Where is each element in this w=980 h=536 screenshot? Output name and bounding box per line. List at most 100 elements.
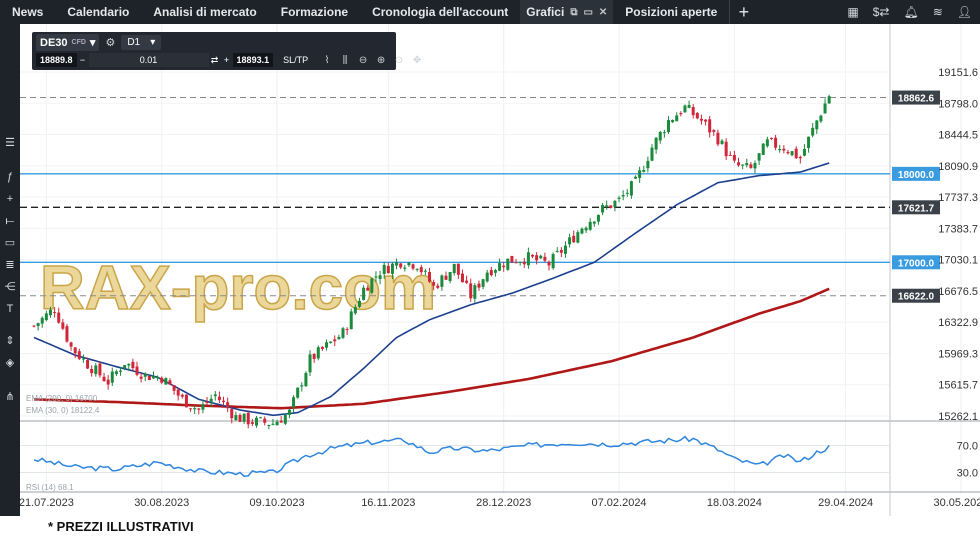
chart-area[interactable]: RAX-pro.com 18862.6 18000.0 17621.7 17000.0… — [19, 24, 980, 516]
increase-qty-button[interactable]: + — [221, 55, 233, 65]
candle-body — [81, 358, 85, 360]
sell-price-button[interactable]: 18889.8 — [36, 53, 77, 67]
candle-body — [189, 408, 193, 410]
tab-news[interactable]: News — [0, 0, 55, 24]
buy-price-button[interactable]: 18893.1 — [232, 53, 274, 67]
candle-body — [634, 176, 638, 179]
tab-formazione[interactable]: Formazione — [269, 0, 360, 24]
tab-posizioni-aperte[interactable]: Posizioni aperte — [613, 0, 729, 24]
ema-fast-label[interactable]: EMA (30, 0) 18122.4 — [26, 406, 100, 415]
candle-body — [432, 282, 436, 286]
candle-body — [460, 273, 464, 283]
layers-icon[interactable]: ◈ — [2, 356, 18, 370]
ema-slow-label[interactable]: EMA (200, 0) 16700 — [26, 394, 98, 403]
time-tick-label: 07.02.2024 — [592, 497, 647, 509]
footer: * PREZZI ILLUSTRATIVI — [0, 516, 980, 536]
candle-body — [798, 156, 802, 159]
function-icon[interactable]: ƒ — [2, 170, 18, 184]
symbol-tag: CFD — [71, 39, 86, 46]
line-chart-icon[interactable]: ⌇ — [318, 55, 336, 66]
dollar-exchange-icon[interactable]: $⇄ — [873, 5, 890, 19]
level-price-label: 17000.0 — [898, 258, 935, 269]
rectangle-tool-icon[interactable]: ▭ — [2, 236, 18, 250]
trading-app: News Calendario Analisi di mercato Forma… — [0, 0, 980, 536]
bell-icon[interactable]: 🔔︎ — [903, 5, 918, 19]
candle-body — [481, 279, 485, 287]
candle-body — [712, 130, 716, 132]
close-icon[interactable]: ✕ — [599, 7, 607, 18]
time-tick-label: 09.10.2023 — [250, 497, 305, 509]
tab-calendario[interactable]: Calendario — [55, 0, 141, 24]
share-icon[interactable]: ⋔ — [2, 390, 18, 404]
line-tool-icon[interactable]: ⟝ — [2, 214, 18, 228]
candle-body — [601, 205, 605, 213]
candle-body — [176, 389, 180, 396]
candle-body — [213, 394, 217, 397]
zoom-out-icon[interactable]: ⊖ — [354, 55, 372, 66]
symbol-selector[interactable]: DE30 CFD ▾ — [36, 34, 100, 51]
price-tick-label: 15615.7 — [938, 380, 978, 392]
candle-body — [230, 408, 234, 419]
candle-body — [683, 105, 687, 113]
candle-body — [73, 347, 77, 354]
user-icon[interactable]: 👤︎ — [957, 5, 972, 19]
zoom-in-icon[interactable]: ⊕ — [372, 55, 390, 66]
add-tab-button[interactable]: + — [729, 0, 757, 24]
swap-icon[interactable]: ⇄ — [209, 55, 221, 66]
candle-body — [448, 272, 452, 281]
candle-body — [514, 262, 518, 264]
zoom-reset-icon[interactable]: ⊙ — [390, 55, 408, 66]
tab-grafici[interactable]: Grafici ⧉ ▭ ✕ — [520, 0, 614, 24]
chevron-down-icon: ▾ — [89, 37, 96, 49]
price-chart[interactable]: RAX-pro.com 18862.6 18000.0 17621.7 17000.0… — [19, 24, 980, 516]
quantity-input[interactable]: 0.01 — [88, 53, 209, 67]
candle-body — [86, 359, 90, 369]
windows-icon[interactable]: ▦ — [847, 5, 858, 19]
candle-body — [349, 311, 353, 330]
candle-body — [386, 265, 390, 274]
candle-body — [563, 245, 567, 254]
candle-body — [238, 414, 242, 422]
popout-icon[interactable]: ⧉ — [570, 7, 577, 18]
candle-body — [827, 96, 831, 104]
candle-body — [794, 148, 798, 159]
candle-type-icon[interactable]: ⫼ — [336, 55, 354, 66]
candle-body — [308, 354, 312, 373]
menu-icon[interactable]: ☰ — [2, 136, 18, 150]
maximize-icon[interactable]: ▭ — [583, 7, 592, 18]
candle-body — [242, 413, 246, 422]
rsi-label[interactable]: RSI (14) 68.1 — [26, 483, 74, 492]
candle-body — [732, 154, 736, 161]
candle-body — [819, 115, 823, 122]
candle-body — [271, 423, 275, 425]
sltp-button[interactable]: SL/TP — [283, 55, 308, 65]
time-tick-label: 29.04.2024 — [818, 497, 873, 509]
candle-body — [704, 119, 708, 122]
text-tool-icon[interactable]: T — [2, 302, 18, 316]
fibonacci-icon[interactable]: ≣ — [2, 258, 18, 272]
tab-cronologia-account[interactable]: Cronologia dell'account — [360, 0, 520, 24]
candle-body — [287, 409, 291, 415]
candle-body — [465, 280, 469, 283]
candle-body — [646, 160, 650, 169]
price-tick-label: 15262.1 — [938, 411, 978, 423]
candle-body — [543, 256, 547, 261]
time-axis: 21.07.2023 30.08.2023 09.10.2023 16.11.2023… — [19, 497, 980, 509]
decrease-qty-button[interactable]: − — [77, 55, 89, 65]
tab-analisi-di-mercato[interactable]: Analisi di mercato — [141, 0, 268, 24]
crosshair-icon[interactable]: + — [2, 192, 18, 206]
candle-body — [205, 401, 209, 403]
candle-body — [143, 373, 147, 377]
candle-body — [119, 370, 123, 372]
move-icon[interactable]: ✥ — [408, 55, 426, 66]
candle-body — [184, 394, 188, 408]
candle-body — [48, 309, 52, 316]
header-icons: ▦ $⇄ 🔔︎ ≋ 👤︎ — [847, 0, 980, 24]
candle-body — [180, 394, 184, 397]
pitchfork-icon[interactable]: ⋲ — [2, 280, 18, 294]
timeframe-selector[interactable]: D1 ▾ — [121, 35, 162, 50]
candle-body — [737, 162, 741, 166]
candle-body — [687, 104, 691, 108]
settings-gear-icon[interactable]: ⚙ — [105, 36, 115, 49]
ruler-icon[interactable]: ⇕ — [2, 334, 18, 348]
